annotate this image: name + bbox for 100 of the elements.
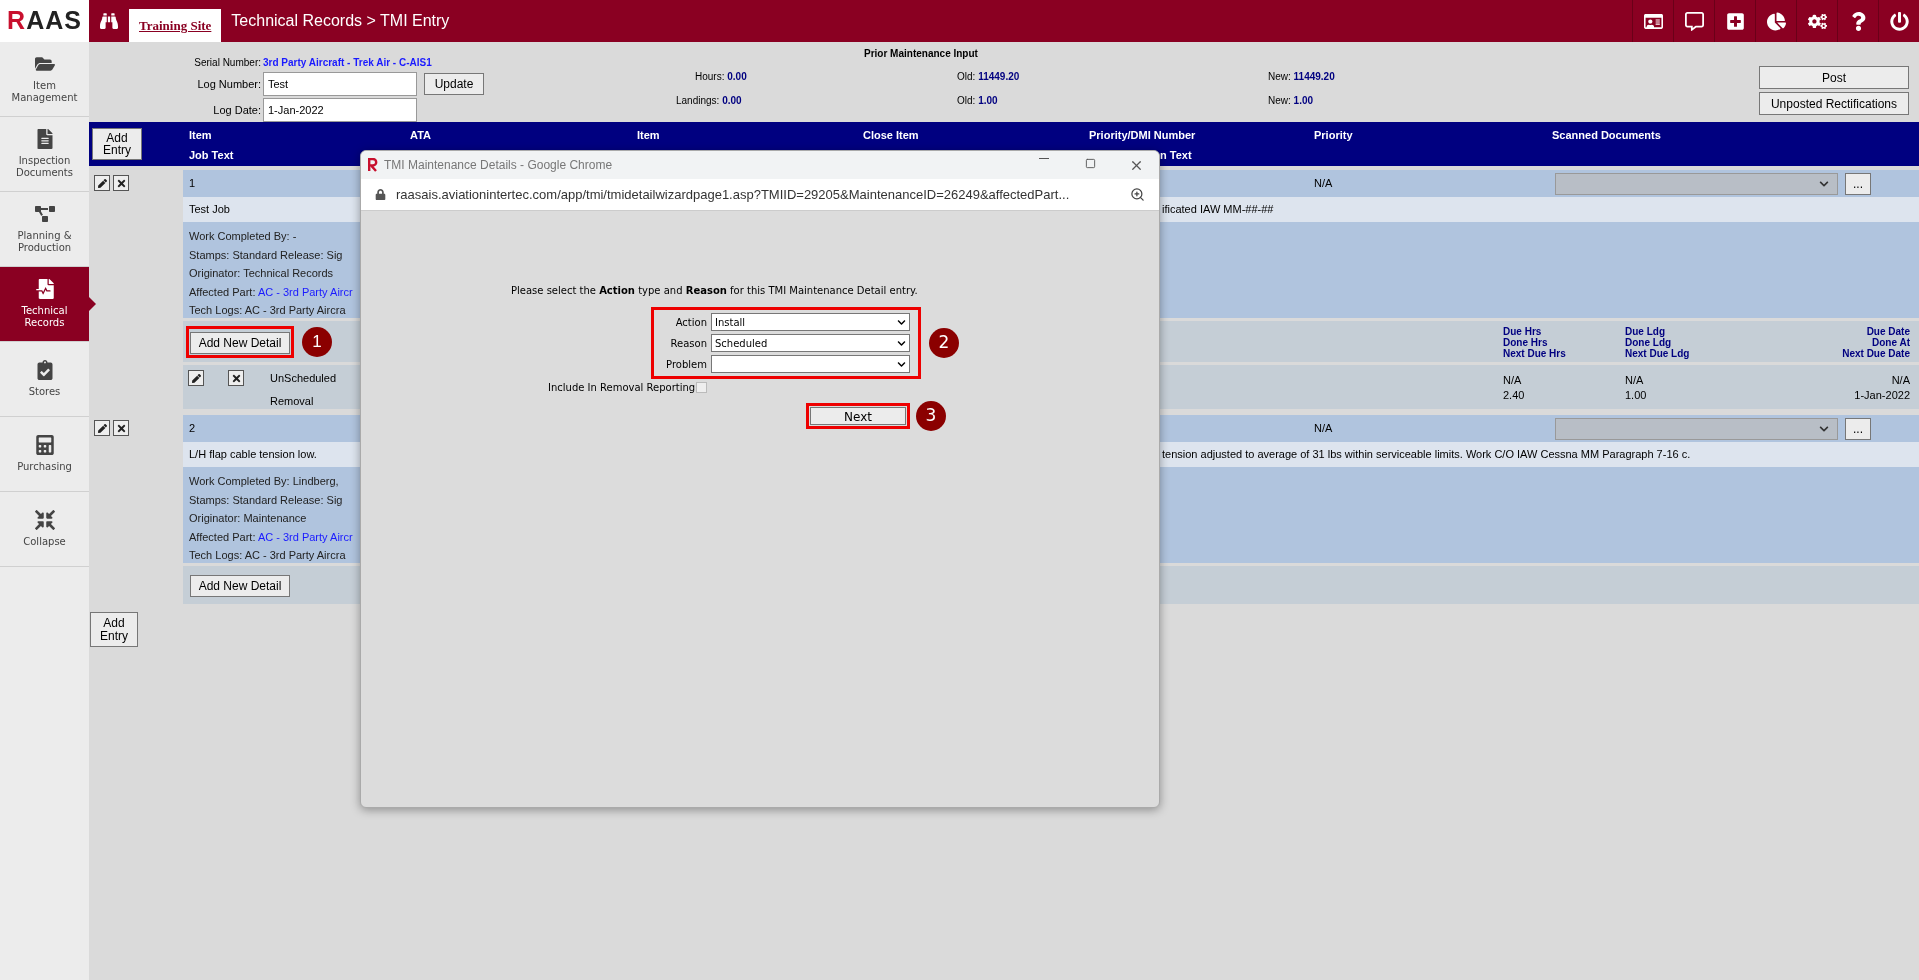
add-entry-button[interactable]: Add Entry bbox=[92, 128, 142, 160]
edit-button[interactable] bbox=[94, 420, 110, 436]
unposted-rectifications-button[interactable]: Unposted Rectifications bbox=[1759, 92, 1909, 115]
sidebar-item[interactable]: Stores bbox=[0, 342, 89, 417]
flowchart-icon bbox=[34, 204, 55, 224]
priority-value: N/A bbox=[1314, 421, 1334, 437]
column-header: Item bbox=[189, 128, 212, 143]
zoom-icon[interactable] bbox=[1130, 187, 1145, 202]
step-marker: 2 bbox=[929, 328, 959, 358]
item-number: 2 bbox=[188, 421, 197, 437]
serial-link[interactable]: 3rd Party Aircraft - Trek Air - C-AIS1 bbox=[263, 55, 484, 70]
column-header: n Text bbox=[1160, 147, 1192, 163]
folder-icon bbox=[34, 54, 55, 74]
checkbox-label: Include In Removal Reporting bbox=[548, 381, 696, 395]
cross-icon bbox=[115, 422, 127, 434]
close-text: ificated IAW MM-##-## bbox=[1161, 202, 1275, 218]
field-label: Problem bbox=[666, 357, 708, 372]
detail-line: Stamps: Standard Release: Sig bbox=[189, 492, 344, 508]
delete-button[interactable] bbox=[113, 175, 129, 191]
column-label: Done Ldg bbox=[1625, 337, 1672, 348]
column-header: Scanned Documents bbox=[1552, 128, 1661, 143]
dropdown[interactable]: Install bbox=[711, 313, 910, 331]
next-button[interactable]: Next bbox=[810, 407, 906, 425]
column-label: Done At bbox=[1872, 337, 1910, 348]
pie-chart-icon bbox=[1766, 11, 1786, 31]
delete-button[interactable] bbox=[113, 420, 129, 436]
hours-value: 2.40 bbox=[1503, 388, 1525, 403]
date-value: 1-Jan-2022 bbox=[1854, 388, 1910, 403]
id-card-icon bbox=[1643, 11, 1663, 31]
sidebar-item[interactable]: Item Management bbox=[0, 42, 89, 117]
reading-text: New: 1.00 bbox=[1268, 94, 1314, 108]
priority-value: N/A bbox=[1314, 176, 1334, 192]
field-label: Serial Number: bbox=[194, 56, 261, 70]
detail-line: Tech Logs: AC - 3rd Party Aircra bbox=[189, 548, 347, 563]
detail-line: Work Completed By: Lindberg, bbox=[189, 474, 340, 489]
column-header: ATA bbox=[410, 128, 431, 143]
landings-value: N/A bbox=[1625, 373, 1644, 388]
column-label: Next Due Hrs bbox=[1503, 348, 1566, 359]
sidebar-item[interactable]: Purchasing bbox=[0, 417, 89, 492]
column-label: Next Due Ldg bbox=[1625, 348, 1690, 359]
edit-button[interactable] bbox=[94, 175, 110, 191]
reading-text: New: 11449.20 bbox=[1268, 70, 1335, 84]
chevron-down-icon bbox=[897, 359, 906, 369]
field-label: Reason bbox=[670, 336, 708, 351]
delete-button[interactable] bbox=[228, 370, 244, 386]
action-text: Removal bbox=[270, 393, 315, 409]
column-header: Close Item bbox=[863, 128, 919, 143]
chevron-down-icon bbox=[897, 317, 906, 327]
more-button[interactable]: ... bbox=[1845, 172, 1871, 195]
pencil-icon bbox=[97, 178, 107, 188]
column-header: Priority bbox=[1314, 128, 1353, 143]
checkbox[interactable] bbox=[696, 382, 708, 393]
update-button[interactable]: Update bbox=[424, 73, 484, 95]
detail-line: Stamps: Standard Release: Sig bbox=[189, 247, 344, 263]
part-link[interactable]: AC - 3rd Party Aircr bbox=[257, 285, 353, 298]
column-header: Job Text bbox=[189, 147, 234, 163]
calculator-icon bbox=[34, 435, 55, 455]
reason-text: UnScheduled bbox=[270, 371, 337, 386]
sidebar-item[interactable]: Collapse bbox=[0, 492, 89, 567]
field-label: Log Number: bbox=[197, 76, 261, 92]
app-logo-icon bbox=[367, 158, 378, 172]
chat-icon bbox=[1684, 11, 1704, 31]
more-button[interactable]: ... bbox=[1845, 417, 1871, 440]
add-entry-button[interactable]: Add Entry bbox=[90, 612, 138, 647]
add-new-detail-button[interactable]: Add New Detail bbox=[190, 575, 290, 597]
step-marker: 1 bbox=[302, 326, 332, 357]
pencil-icon bbox=[97, 423, 107, 433]
post-button[interactable]: Post bbox=[1759, 66, 1909, 89]
column-header: Item bbox=[637, 128, 660, 143]
chevron-down-icon bbox=[897, 338, 906, 348]
log-date-field[interactable]: 1-Jan-2022 bbox=[263, 98, 417, 122]
instruction-text: Please select the Action type and Reason for this TMI Maintenance Detail entry. bbox=[511, 284, 918, 298]
detail-line: Originator: Maintenance bbox=[189, 511, 308, 526]
pointer-arrow-icon bbox=[89, 297, 96, 311]
close-text: tension adjusted to average of 31 lbs within serviceable limits. Work C/O IAW Cessna MM Paragraph 7-16 c. bbox=[1161, 447, 1692, 463]
detail-line: Originator: Technical Records bbox=[189, 266, 335, 281]
chevron-down-icon bbox=[1819, 178, 1829, 189]
binoculars-icon bbox=[100, 12, 118, 30]
column-label: Next Due Date bbox=[1842, 348, 1910, 359]
section-title: Prior Maintenance Input bbox=[864, 47, 978, 61]
page-title: Technical Records > TMI Entry bbox=[231, 11, 450, 31]
site-tab[interactable]: Training Site bbox=[129, 9, 222, 42]
sidebar-item[interactable]: Technical Records bbox=[0, 267, 89, 342]
add-new-detail-button[interactable]: Add New Detail bbox=[190, 331, 290, 354]
minimize-icon bbox=[1039, 157, 1049, 159]
field-label: Action bbox=[675, 315, 708, 330]
reading-text: Landings: 0.00 bbox=[676, 94, 742, 108]
field-label: Log Date: bbox=[213, 102, 261, 118]
settings-icon bbox=[1807, 11, 1827, 31]
reading-text: Old: 1.00 bbox=[957, 94, 998, 108]
job-text: L/H flap cable tension low. bbox=[188, 447, 318, 463]
dialog-title: TMI Maintenance Details - Google Chrome bbox=[384, 157, 613, 174]
column-label: Done Hrs bbox=[1503, 337, 1548, 348]
log-number-field[interactable]: Test bbox=[263, 72, 417, 96]
dropdown[interactable] bbox=[711, 355, 910, 373]
edit-button[interactable] bbox=[188, 370, 204, 386]
dropdown[interactable]: Scheduled bbox=[711, 334, 910, 352]
date-value: N/A bbox=[1891, 373, 1910, 388]
part-link[interactable]: AC - 3rd Party Aircr bbox=[257, 530, 353, 543]
step-marker: 3 bbox=[916, 401, 946, 431]
